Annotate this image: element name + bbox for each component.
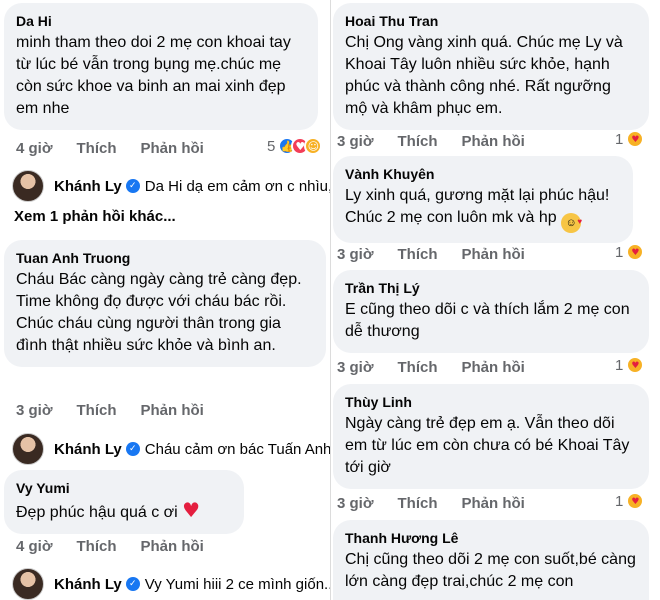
comment-bubble: Tuan Anh Truong Cháu Bác càng ngày càng … — [4, 240, 326, 367]
reply-text: Vy Yumi hiii 2 ce mình giốn... — [144, 575, 330, 593]
avatar[interactable] — [12, 568, 44, 600]
comment-author[interactable]: Trần Thị Lý — [345, 279, 637, 297]
reaction-count: 5 — [267, 137, 276, 155]
comment-text: Cháu Bác càng ngày càng trẻ càng đẹp. Ti… — [16, 271, 302, 354]
comment-actions: 4 giờ Thích Phản hồi — [16, 535, 228, 557]
reply-button[interactable]: Phản hồi — [462, 133, 525, 150]
comment-text: Ngày càng trẻ đẹp em ạ. Vẫn theo dõi em … — [345, 415, 630, 476]
care-reaction-icon — [626, 243, 645, 261]
comment-actions: 4 giờ Thích Phản hồi — [16, 137, 228, 159]
reply-text: Cháu cảm ơn bác Tuấn Anh... — [144, 440, 330, 458]
comment-time[interactable]: 3 giờ — [16, 402, 53, 419]
red-heart-emoji: ♥ — [182, 498, 201, 522]
care-reaction-icon — [626, 130, 645, 148]
comment-author[interactable]: Thùy Linh — [345, 393, 637, 411]
like-button[interactable]: Thích — [77, 538, 117, 555]
like-button[interactable]: Thích — [398, 359, 438, 376]
comment-bubble: Hoai Thu Tran Chị Ong vàng xinh quá. Chú… — [333, 3, 649, 130]
comment-actions: 3 giờ Thích Phản hồi — [337, 243, 549, 265]
like-button[interactable]: Thích — [398, 246, 438, 263]
comment-text-content: Đẹp phúc hậu quá c ơi — [16, 504, 178, 521]
comment-text: Ly xinh quá, gương mặt lại phúc hậu! Chú… — [345, 185, 621, 233]
reaction-summary[interactable]: 5 👍 ♥ ☺ — [267, 137, 323, 155]
like-button[interactable]: Thích — [77, 140, 117, 157]
reply-row: Khánh Ly ✓ Cháu cảm ơn bác Tuấn Anh... — [12, 432, 330, 466]
reaction-summary[interactable]: 1 — [615, 356, 645, 374]
left-comment-column: Da Hi minh tham theo doi 2 mẹ con khoai … — [0, 0, 330, 600]
verified-check-icon: ✓ — [125, 442, 140, 456]
care-reaction-icon — [626, 356, 645, 374]
comment-text: Đẹp phúc hậu quá c ơi ♥ — [16, 499, 232, 524]
comment-bubble: Thanh Hương Lê Chị cũng theo dõi 2 mẹ co… — [333, 520, 649, 600]
care-reaction-icon — [626, 492, 645, 510]
reply-button[interactable]: Phản hồi — [462, 246, 525, 263]
like-button[interactable]: Thích — [398, 133, 438, 150]
comment-bubble: Thùy Linh Ngày càng trẻ đẹp em ạ. Vẫn th… — [333, 384, 649, 489]
comment-bubble: Vy Yumi Đẹp phúc hậu quá c ơi ♥ — [4, 470, 244, 534]
care-reaction-icon: ☺ — [304, 137, 323, 155]
reply-button[interactable]: Phản hồi — [141, 538, 204, 555]
comment-time[interactable]: 3 giờ — [337, 495, 374, 512]
comment-author[interactable]: Vy Yumi — [16, 479, 232, 497]
comment-time[interactable]: 3 giờ — [337, 133, 374, 150]
reply-button[interactable]: Phản hồi — [141, 140, 204, 157]
comment-text: E cũng theo dõi c và thích lắm 2 mẹ con … — [345, 301, 630, 340]
comment-time[interactable]: 3 giờ — [337, 246, 374, 263]
comment-author[interactable]: Vành Khuyên — [345, 165, 621, 183]
reply-author[interactable]: Khánh Ly — [54, 178, 122, 195]
smiling-face-with-hearts-emoji: ☺ — [561, 211, 582, 233]
verified-check-icon: ✓ — [125, 577, 140, 591]
reaction-count: 1 — [615, 130, 624, 148]
comment-time[interactable]: 4 giờ — [16, 140, 53, 157]
reply-button[interactable]: Phản hồi — [462, 495, 525, 512]
view-more-replies-link[interactable]: Xem 1 phản hồi khác... — [14, 208, 176, 225]
comment-actions: 3 giờ Thích Phản hồi — [16, 399, 228, 421]
reply-author[interactable]: Khánh Ly — [54, 576, 122, 593]
comment-bubble: Vành Khuyên Ly xinh quá, gương mặt lại p… — [333, 156, 633, 243]
reply-row: Khánh Ly ✓ Vy Yumi hiii 2 ce mình giốn..… — [12, 567, 330, 600]
reaction-summary[interactable]: 1 — [615, 243, 645, 261]
comment-text: minh tham theo doi 2 mẹ con khoai tay từ… — [16, 34, 291, 117]
reaction-summary[interactable]: 1 — [615, 492, 645, 510]
comment-text: Chị Ong vàng xinh quá. Chúc mẹ Ly và Kho… — [345, 34, 623, 117]
reaction-count: 1 — [615, 356, 624, 374]
comment-text: Chị cũng theo dõi 2 mẹ con suốt,bé càng … — [345, 551, 636, 590]
comment-actions: 3 giờ Thích Phản hồi — [337, 492, 549, 514]
comment-author[interactable]: Thanh Hương Lê — [345, 529, 637, 547]
verified-check-icon: ✓ — [125, 179, 140, 193]
reaction-summary[interactable]: 1 — [615, 130, 645, 148]
reply-text: Da Hi dạ em cảm ơn c nhìu,... — [144, 177, 330, 195]
avatar[interactable] — [12, 170, 44, 202]
comment-time[interactable]: 4 giờ — [16, 538, 53, 555]
comment-actions: 3 giờ Thích Phản hồi — [337, 130, 549, 152]
comment-time[interactable]: 3 giờ — [337, 359, 374, 376]
comment-bubble: Trần Thị Lý E cũng theo dõi c và thích l… — [333, 270, 649, 353]
reaction-count: 1 — [615, 243, 624, 261]
like-button[interactable]: Thích — [77, 402, 117, 419]
comment-bubble: Da Hi minh tham theo doi 2 mẹ con khoai … — [4, 3, 318, 130]
right-comment-column: Hoai Thu Tran Chị Ong vàng xinh quá. Chú… — [330, 0, 660, 600]
reply-row: Khánh Ly ✓ Da Hi dạ em cảm ơn c nhìu,... — [12, 169, 330, 203]
comment-author[interactable]: Hoai Thu Tran — [345, 12, 637, 30]
comment-author[interactable]: Da Hi — [16, 12, 306, 30]
comment-author[interactable]: Tuan Anh Truong — [16, 249, 314, 267]
comment-actions: 3 giờ Thích Phản hồi — [337, 356, 549, 378]
avatar[interactable] — [12, 433, 44, 465]
reply-button[interactable]: Phản hồi — [141, 402, 204, 419]
reaction-count: 1 — [615, 492, 624, 510]
reply-button[interactable]: Phản hồi — [462, 359, 525, 376]
like-button[interactable]: Thích — [398, 495, 438, 512]
reply-author[interactable]: Khánh Ly — [54, 441, 122, 458]
